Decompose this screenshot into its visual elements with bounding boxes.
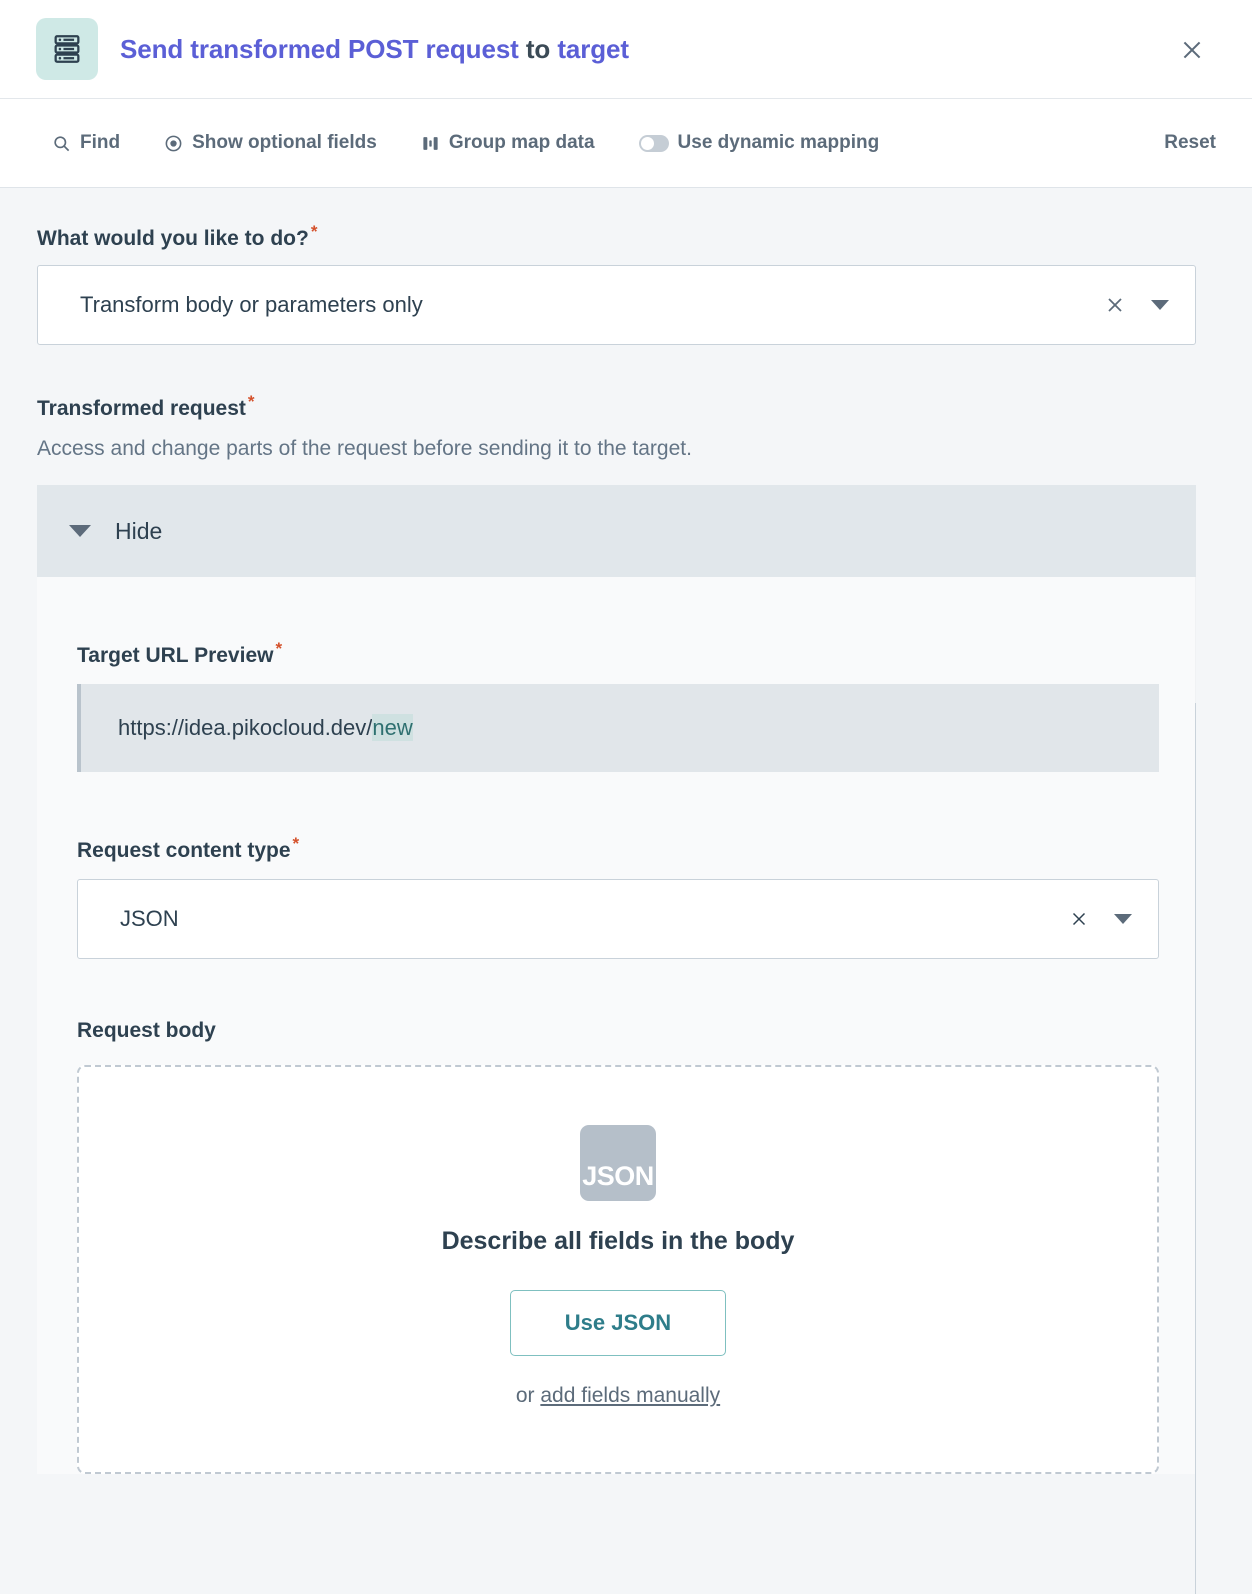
manual-prefix: or <box>515 1384 541 1407</box>
close-button[interactable] <box>1172 30 1212 70</box>
group-map-data-button[interactable]: Group map data <box>421 132 595 154</box>
panel-header: Send transformed POST request to target <box>0 0 1252 99</box>
page-title-plain: to <box>525 33 551 64</box>
group-map-data-label: Group map data <box>448 132 595 153</box>
use-dynamic-mapping-toggle[interactable]: Use dynamic mapping <box>638 132 880 154</box>
transformed-request-title: Transformed request * <box>37 392 1196 421</box>
search-icon <box>52 134 71 153</box>
chevron-down-icon[interactable] <box>1151 300 1169 310</box>
target-url-value: https://idea.pikocloud.dev/new <box>118 714 413 741</box>
panel-body: What would you like to do? * Transform bo… <box>0 188 1252 1594</box>
what-to-do-select[interactable]: Transform body or parameters only <box>37 265 1196 345</box>
what-to-do-label: What would you like to do? * <box>37 222 1196 251</box>
content-type-value: JSON <box>120 906 179 931</box>
add-fields-manually-row: or add fields manually <box>516 1384 720 1408</box>
target-url-label: Target URL Preview * <box>77 639 1159 668</box>
transformed-request-content: Target URL Preview * https://idea.pikoclo… <box>37 577 1196 1474</box>
toggle-knob <box>640 136 654 150</box>
use-json-button[interactable]: Use JSON <box>509 1290 727 1356</box>
what-to-do-value: Transform body or parameters only <box>80 292 423 317</box>
close-icon <box>1183 41 1201 59</box>
server-stack-icon <box>36 18 98 80</box>
hide-label: Hide <box>115 517 163 544</box>
target-url-preview: https://idea.pikocloud.dev/new <box>77 684 1159 772</box>
request-body-dropzone[interactable]: JSON Describe all fields in the body Use… <box>77 1065 1159 1474</box>
reset-button[interactable]: Reset <box>1164 132 1216 154</box>
transformed-request-title-text: Transformed request <box>37 397 246 420</box>
transformed-request-panel: Hide Target URL Preview * https://idea.pi… <box>37 485 1196 1474</box>
content-type-label-text: Request content type <box>77 839 291 862</box>
required-asterisk: * <box>310 222 318 241</box>
chevron-down-icon[interactable] <box>1114 914 1132 924</box>
select-actions <box>1103 266 1169 344</box>
toolbar: Find Show optional fields Group map data <box>0 99 1252 188</box>
content-type-label: Request content type * <box>77 834 1159 863</box>
hide-toggle[interactable]: Hide <box>37 485 1196 577</box>
eye-circle-icon <box>164 134 183 153</box>
what-to-do-label-text: What would you like to do? <box>37 227 309 250</box>
select-actions <box>1068 880 1132 958</box>
content-type-select[interactable]: JSON <box>77 879 1159 959</box>
target-url-token: new <box>372 714 413 741</box>
json-badge-text: JSON <box>582 1161 654 1191</box>
close-icon <box>1108 298 1122 312</box>
page-title-accent-1: Send transformed POST request <box>120 33 519 64</box>
required-asterisk: * <box>275 639 283 658</box>
json-file-icon: JSON <box>580 1125 656 1201</box>
dropzone-title: Describe all fields in the body <box>441 1227 795 1255</box>
find-button[interactable]: Find <box>52 132 120 154</box>
find-label: Find <box>80 132 121 153</box>
show-optional-fields-label: Show optional fields <box>192 132 377 153</box>
clear-button[interactable] <box>1103 293 1127 317</box>
request-body-label: Request body <box>77 1019 216 1042</box>
clear-button[interactable] <box>1068 908 1090 930</box>
toggle-track[interactable] <box>638 134 669 152</box>
panel-scrollbar[interactable] <box>1195 703 1196 1594</box>
bar-chart-icon <box>421 134 440 153</box>
target-url-base: https://idea.pikocloud.dev/ <box>118 715 373 740</box>
close-icon <box>1072 912 1086 926</box>
target-url-label-text: Target URL Preview <box>77 644 274 667</box>
chevron-down-icon <box>69 525 91 537</box>
transform-request-panel: Send transformed POST request to target … <box>0 0 1252 1594</box>
use-dynamic-mapping-label: Use dynamic mapping <box>677 132 880 153</box>
show-optional-fields-button[interactable]: Show optional fields <box>164 132 377 154</box>
transformed-request-description: Access and change parts of the request b… <box>37 437 692 460</box>
required-asterisk: * <box>292 834 300 853</box>
page-title-accent-2: target <box>557 33 629 64</box>
add-fields-manually-link[interactable]: add fields manually <box>540 1384 720 1407</box>
page-title: Send transformed POST request to target <box>120 34 629 65</box>
required-asterisk: * <box>247 392 255 411</box>
